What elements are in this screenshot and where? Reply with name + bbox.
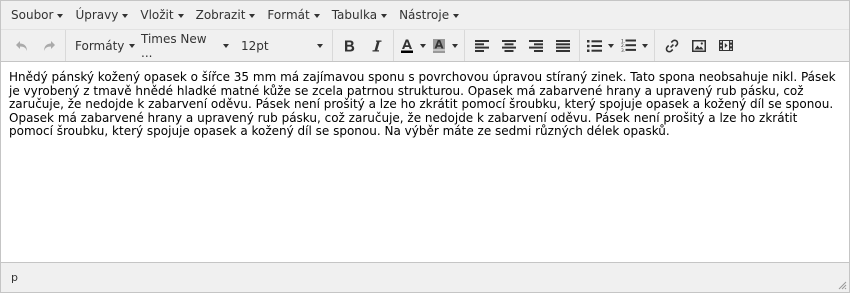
text-color-button[interactable]: [397, 34, 429, 58]
menu-edit[interactable]: Úpravy: [69, 3, 134, 27]
bullet-list-menu[interactable]: [605, 34, 617, 58]
chevron-down-icon: [313, 13, 320, 18]
menu-file[interactable]: Soubor: [5, 3, 69, 27]
toolbar: Formáty Times New ... 12pt 1. 2. 3.: [1, 30, 849, 62]
formats-label: Formáty: [75, 38, 125, 53]
chevron-down-icon: [608, 43, 614, 48]
chevron-down-icon: [420, 43, 426, 48]
list-group: 1. 2. 3.: [580, 30, 655, 61]
insert-image-button[interactable]: [685, 34, 712, 58]
align-left-icon: [474, 39, 489, 52]
menu-insert[interactable]: Vložit: [134, 3, 189, 27]
text-color-icon: [401, 39, 413, 53]
menu-label: Soubor: [11, 8, 54, 22]
rich-text-editor: Soubor Úpravy Vložit Zobrazit Formát Tab…: [0, 0, 850, 293]
chevron-down-icon: [177, 13, 184, 18]
numbered-list-menu[interactable]: [639, 34, 651, 58]
editor-content-area[interactable]: Hnědý pánský kožený opasek o šířce 35 mm…: [1, 62, 849, 270]
element-path[interactable]: p: [11, 271, 18, 284]
font-family-dropdown[interactable]: Times New ...: [135, 31, 235, 60]
italic-button[interactable]: [363, 34, 390, 58]
chevron-down-icon: [122, 13, 129, 18]
align-group: [465, 30, 580, 61]
bold-button[interactable]: [336, 34, 363, 58]
redo-button[interactable]: [35, 34, 62, 58]
text-color-menu[interactable]: [417, 34, 429, 58]
background-color-apply[interactable]: [429, 34, 449, 58]
undo-icon: [15, 40, 27, 51]
background-color-icon: [433, 38, 445, 53]
chevron-down-icon: [452, 43, 458, 48]
menu-label: Vložit: [140, 8, 174, 22]
menubar: Soubor Úpravy Vložit Zobrazit Formát Tab…: [1, 1, 849, 30]
font-family-value: Times New ...: [141, 31, 207, 60]
chevron-down-icon: [642, 43, 648, 48]
menu-label: Formát: [267, 8, 310, 22]
align-justify-button[interactable]: [549, 34, 576, 58]
chevron-down-icon: [453, 13, 460, 18]
bullet-list-icon: [586, 39, 602, 52]
insert-group: [655, 30, 742, 61]
insert-media-button[interactable]: [712, 34, 739, 58]
menu-table[interactable]: Tabulka: [326, 3, 393, 27]
menu-label: Tabulka: [331, 8, 378, 22]
bullet-list-apply[interactable]: [583, 34, 605, 58]
chevron-down-icon: [57, 13, 64, 18]
background-color-menu[interactable]: [449, 34, 461, 58]
numbered-list-icon: 1.2.3.: [621, 39, 636, 52]
menu-label: Zobrazit: [195, 8, 246, 22]
align-center-icon: [501, 39, 516, 52]
content-paragraph: Hnědý pánský kožený opasek o šířce 35 mm…: [9, 70, 836, 138]
formats-dropdown[interactable]: Formáty: [69, 34, 136, 58]
chevron-down-icon: [381, 13, 388, 18]
insert-link-button[interactable]: [658, 34, 685, 58]
align-center-button[interactable]: [495, 34, 522, 58]
menu-tools[interactable]: Nástroje: [393, 3, 465, 27]
font-size-dropdown[interactable]: 12pt: [235, 34, 329, 58]
background-color-button[interactable]: [429, 34, 461, 58]
align-left-button[interactable]: [468, 34, 495, 58]
numbered-list-button[interactable]: 1. 2. 3.: [617, 34, 651, 58]
chevron-down-icon: [249, 13, 256, 18]
statusbar: p: [1, 262, 849, 292]
redo-icon: [43, 40, 55, 51]
color-group: [394, 30, 465, 61]
image-icon: [691, 39, 706, 52]
chevron-down-icon: [317, 44, 323, 48]
menu-label: Úpravy: [75, 8, 119, 22]
style-group: [333, 30, 394, 61]
link-icon: [665, 38, 678, 53]
menu-view[interactable]: Zobrazit: [190, 3, 262, 27]
align-right-icon: [528, 39, 543, 52]
italic-icon: [372, 40, 381, 51]
chevron-down-icon: [223, 44, 229, 48]
resize-handle-icon[interactable]: [837, 280, 847, 290]
format-selects-group: Formáty Times New ... 12pt: [66, 30, 333, 61]
menu-format[interactable]: Formát: [261, 3, 325, 27]
bullet-list-button[interactable]: [583, 34, 617, 58]
bold-icon: [345, 40, 355, 51]
align-justify-icon: [555, 39, 570, 52]
history-group: [5, 30, 66, 61]
menu-label: Nástroje: [399, 8, 450, 22]
font-size-value: 12pt: [241, 38, 269, 53]
media-icon: [718, 40, 733, 51]
svg-text:3.: 3.: [621, 48, 625, 52]
numbered-list-apply[interactable]: 1. 2. 3.: [617, 34, 639, 58]
align-right-button[interactable]: [522, 34, 549, 58]
undo-button[interactable]: [8, 34, 35, 58]
text-color-apply[interactable]: [397, 34, 417, 58]
